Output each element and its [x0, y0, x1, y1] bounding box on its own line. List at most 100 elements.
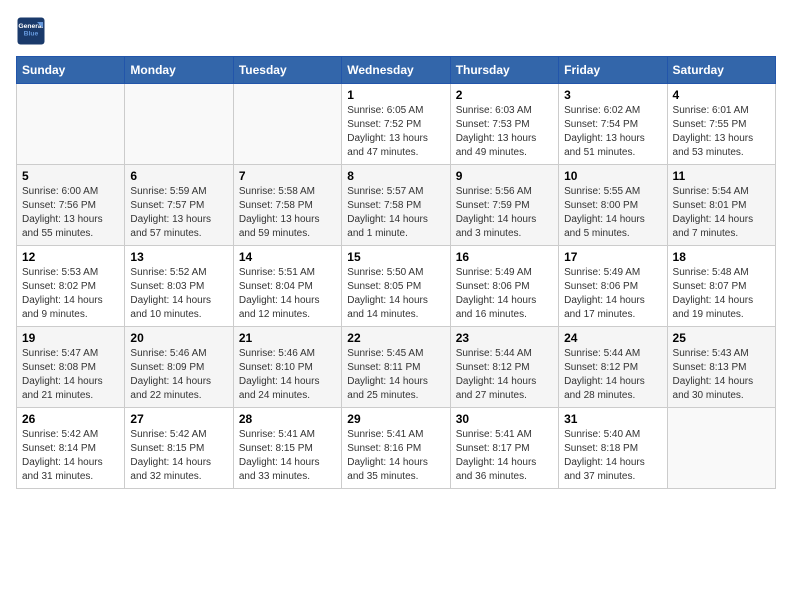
calendar-cell: 21 Sunrise: 5:46 AMSunset: 8:10 PMDayligh…: [233, 327, 341, 408]
day-number: 23: [456, 331, 553, 345]
calendar-cell: 6 Sunrise: 5:59 AMSunset: 7:57 PMDaylight…: [125, 165, 233, 246]
svg-text:Blue: Blue: [24, 31, 39, 38]
calendar-cell: 22 Sunrise: 5:45 AMSunset: 8:11 PMDayligh…: [342, 327, 450, 408]
day-info: Sunrise: 5:42 AMSunset: 8:15 PMDaylight:…: [130, 428, 227, 484]
day-number: 30: [456, 412, 553, 426]
day-info: Sunrise: 5:52 AMSunset: 8:03 PMDaylight:…: [130, 266, 227, 322]
day-info: Sunrise: 5:45 AMSunset: 8:11 PMDaylight:…: [347, 347, 444, 403]
day-info: Sunrise: 5:49 AMSunset: 8:06 PMDaylight:…: [564, 266, 661, 322]
day-info: Sunrise: 5:59 AMSunset: 7:57 PMDaylight:…: [130, 185, 227, 241]
day-number: 10: [564, 169, 661, 183]
day-info: Sunrise: 5:42 AMSunset: 8:14 PMDaylight:…: [22, 428, 119, 484]
day-number: 20: [130, 331, 227, 345]
col-header-tuesday: Tuesday: [233, 57, 341, 84]
day-info: Sunrise: 5:47 AMSunset: 8:08 PMDaylight:…: [22, 347, 119, 403]
day-number: 16: [456, 250, 553, 264]
calendar-cell: 13 Sunrise: 5:52 AMSunset: 8:03 PMDayligh…: [125, 246, 233, 327]
day-number: 4: [673, 88, 770, 102]
day-number: 21: [239, 331, 336, 345]
day-number: 22: [347, 331, 444, 345]
col-header-thursday: Thursday: [450, 57, 558, 84]
calendar-cell: 18 Sunrise: 5:48 AMSunset: 8:07 PMDayligh…: [667, 246, 775, 327]
calendar-cell: [17, 84, 125, 165]
day-info: Sunrise: 5:58 AMSunset: 7:58 PMDaylight:…: [239, 185, 336, 241]
day-info: Sunrise: 6:01 AMSunset: 7:55 PMDaylight:…: [673, 104, 770, 160]
calendar-cell: 17 Sunrise: 5:49 AMSunset: 8:06 PMDayligh…: [559, 246, 667, 327]
week-row-5: 26 Sunrise: 5:42 AMSunset: 8:14 PMDayligh…: [17, 408, 776, 489]
day-number: 18: [673, 250, 770, 264]
day-info: Sunrise: 5:54 AMSunset: 8:01 PMDaylight:…: [673, 185, 770, 241]
day-number: 15: [347, 250, 444, 264]
calendar-cell: 20Sunrise: 5:46 AMSunset: 8:09 PMDayligh…: [125, 327, 233, 408]
day-info: Sunrise: 5:49 AMSunset: 8:06 PMDaylight:…: [456, 266, 553, 322]
day-number: 28: [239, 412, 336, 426]
calendar-cell: 11 Sunrise: 5:54 AMSunset: 8:01 PMDayligh…: [667, 165, 775, 246]
day-number: 26: [22, 412, 119, 426]
day-info: Sunrise: 5:44 AMSunset: 8:12 PMDaylight:…: [564, 347, 661, 403]
calendar-cell: 27 Sunrise: 5:42 AMSunset: 8:15 PMDayligh…: [125, 408, 233, 489]
day-number: 3: [564, 88, 661, 102]
col-header-saturday: Saturday: [667, 57, 775, 84]
calendar-cell: [125, 84, 233, 165]
calendar-cell: 15 Sunrise: 5:50 AMSunset: 8:05 PMDayligh…: [342, 246, 450, 327]
day-number: 6: [130, 169, 227, 183]
logo-icon: General Blue: [16, 16, 46, 46]
col-header-friday: Friday: [559, 57, 667, 84]
day-info: Sunrise: 5:48 AMSunset: 8:07 PMDaylight:…: [673, 266, 770, 322]
calendar-header-row: SundayMondayTuesdayWednesdayThursdayFrid…: [17, 57, 776, 84]
calendar-cell: 4 Sunrise: 6:01 AMSunset: 7:55 PMDaylight…: [667, 84, 775, 165]
calendar-cell: 24 Sunrise: 5:44 AMSunset: 8:12 PMDayligh…: [559, 327, 667, 408]
day-info: Sunrise: 5:53 AMSunset: 8:02 PMDaylight:…: [22, 266, 119, 322]
col-header-sunday: Sunday: [17, 57, 125, 84]
day-number: 12: [22, 250, 119, 264]
day-info: Sunrise: 5:51 AMSunset: 8:04 PMDaylight:…: [239, 266, 336, 322]
day-info: Sunrise: 5:55 AMSunset: 8:00 PMDaylight:…: [564, 185, 661, 241]
day-info: Sunrise: 5:56 AMSunset: 7:59 PMDaylight:…: [456, 185, 553, 241]
week-row-4: 19Sunrise: 5:47 AMSunset: 8:08 PMDayligh…: [17, 327, 776, 408]
day-info: Sunrise: 5:41 AMSunset: 8:16 PMDaylight:…: [347, 428, 444, 484]
calendar-cell: 31 Sunrise: 5:40 AMSunset: 8:18 PMDayligh…: [559, 408, 667, 489]
day-info: Sunrise: 6:03 AMSunset: 7:53 PMDaylight:…: [456, 104, 553, 160]
day-number: 27: [130, 412, 227, 426]
day-info: Sunrise: 5:50 AMSunset: 8:05 PMDaylight:…: [347, 266, 444, 322]
calendar-cell: 9Sunrise: 5:56 AMSunset: 7:59 PMDaylight…: [450, 165, 558, 246]
day-number: 7: [239, 169, 336, 183]
calendar-cell: 8Sunrise: 5:57 AMSunset: 7:58 PMDaylight…: [342, 165, 450, 246]
day-info: Sunrise: 6:02 AMSunset: 7:54 PMDaylight:…: [564, 104, 661, 160]
page-header: General Blue: [16, 16, 776, 46]
day-info: Sunrise: 5:41 AMSunset: 8:15 PMDaylight:…: [239, 428, 336, 484]
day-number: 31: [564, 412, 661, 426]
calendar-cell: 1Sunrise: 6:05 AMSunset: 7:52 PMDaylight…: [342, 84, 450, 165]
day-number: 8: [347, 169, 444, 183]
calendar-cell: 29 Sunrise: 5:41 AMSunset: 8:16 PMDayligh…: [342, 408, 450, 489]
day-info: Sunrise: 6:05 AMSunset: 7:52 PMDaylight:…: [347, 104, 444, 160]
calendar-cell: 3 Sunrise: 6:02 AMSunset: 7:54 PMDaylight…: [559, 84, 667, 165]
day-number: 5: [22, 169, 119, 183]
week-row-1: 1Sunrise: 6:05 AMSunset: 7:52 PMDaylight…: [17, 84, 776, 165]
calendar-cell: 12 Sunrise: 5:53 AMSunset: 8:02 PMDayligh…: [17, 246, 125, 327]
col-header-monday: Monday: [125, 57, 233, 84]
calendar-cell: [667, 408, 775, 489]
day-number: 2: [456, 88, 553, 102]
day-info: Sunrise: 5:43 AMSunset: 8:13 PMDaylight:…: [673, 347, 770, 403]
calendar-cell: 30 Sunrise: 5:41 AMSunset: 8:17 PMDayligh…: [450, 408, 558, 489]
day-number: 17: [564, 250, 661, 264]
week-row-3: 12 Sunrise: 5:53 AMSunset: 8:02 PMDayligh…: [17, 246, 776, 327]
calendar-cell: 26 Sunrise: 5:42 AMSunset: 8:14 PMDayligh…: [17, 408, 125, 489]
calendar-cell: 7 Sunrise: 5:58 AMSunset: 7:58 PMDaylight…: [233, 165, 341, 246]
day-info: Sunrise: 5:46 AMSunset: 8:10 PMDaylight:…: [239, 347, 336, 403]
day-number: 29: [347, 412, 444, 426]
day-info: Sunrise: 5:40 AMSunset: 8:18 PMDaylight:…: [564, 428, 661, 484]
calendar-cell: 23 Sunrise: 5:44 AMSunset: 8:12 PMDayligh…: [450, 327, 558, 408]
calendar-cell: 2 Sunrise: 6:03 AMSunset: 7:53 PMDaylight…: [450, 84, 558, 165]
day-info: Sunrise: 5:44 AMSunset: 8:12 PMDaylight:…: [456, 347, 553, 403]
day-number: 25: [673, 331, 770, 345]
day-info: Sunrise: 5:41 AMSunset: 8:17 PMDaylight:…: [456, 428, 553, 484]
day-number: 11: [673, 169, 770, 183]
col-header-wednesday: Wednesday: [342, 57, 450, 84]
day-number: 13: [130, 250, 227, 264]
calendar-cell: [233, 84, 341, 165]
day-number: 24: [564, 331, 661, 345]
day-info: Sunrise: 6:00 AMSunset: 7:56 PMDaylight:…: [22, 185, 119, 241]
logo: General Blue: [16, 16, 50, 46]
